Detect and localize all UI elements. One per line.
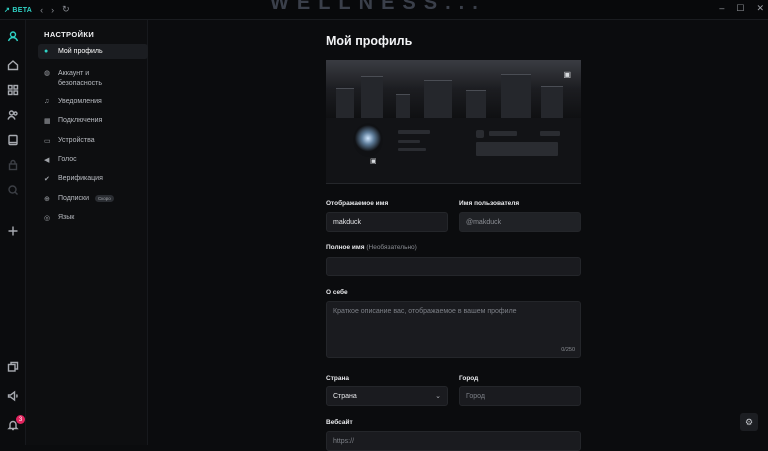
- avatar-edit-icon[interactable]: ▣: [370, 157, 378, 165]
- country-label: Страна: [326, 375, 350, 382]
- search-icon: [5, 182, 21, 198]
- plus-circle-icon: ⊕: [44, 196, 50, 203]
- windows-icon[interactable]: [5, 359, 21, 375]
- banner-building: [466, 90, 486, 118]
- banner-image[interactable]: ▣: [326, 60, 581, 118]
- placeholder-bar: [540, 131, 560, 136]
- about-label: О себе: [326, 289, 348, 296]
- settings-item-label: Устройства: [58, 137, 95, 144]
- full-name-label-text: Полное имя: [326, 244, 365, 251]
- reload-button[interactable]: ↻: [62, 4, 70, 15]
- shield-icon: ◍: [44, 70, 51, 77]
- placeholder-bar: [489, 131, 517, 136]
- city-label: Город: [459, 375, 479, 382]
- divider: [326, 183, 581, 184]
- username-field[interactable]: @makduck: [459, 212, 581, 232]
- display-name-label: Отображаемое имя: [326, 200, 389, 207]
- settings-item-label: Аккаунт и безопасность: [58, 70, 102, 87]
- check-icon: ✔: [44, 176, 50, 183]
- settings-item-label: Мой профиль: [58, 48, 103, 55]
- city-field[interactable]: Город: [459, 386, 581, 406]
- home-icon[interactable]: [5, 57, 21, 73]
- about-placeholder: Краткое описание вас, отображаемое в ваш…: [333, 308, 517, 315]
- banner-building: [501, 74, 531, 118]
- apps-icon[interactable]: [5, 82, 21, 98]
- grid-icon: ▦: [44, 118, 51, 125]
- character-counter: 0/250: [561, 347, 575, 353]
- banner-building: [541, 86, 563, 118]
- placeholder-bar: [398, 140, 420, 143]
- back-button[interactable]: ‹: [40, 5, 43, 15]
- profile-preview-card: ▣ ▣: [326, 60, 581, 183]
- banner-building: [424, 80, 452, 118]
- settings-item-account-security[interactable]: ◍ Аккаунт и безопасность: [38, 65, 148, 93]
- profile-main: Мой профиль ▣ ▣ Отображаемое имя makduck…: [148, 20, 768, 451]
- placeholder-block: [476, 142, 558, 156]
- megaphone-icon[interactable]: [5, 388, 21, 404]
- country-select-value: Страна: [333, 392, 357, 400]
- chevron-down-icon: ⌄: [435, 393, 441, 400]
- settings-item-label: Язык: [58, 214, 75, 221]
- settings-item-subscriptions[interactable]: ⊕ Подписки Скоро: [38, 191, 148, 207]
- country-select[interactable]: Страна ⌄: [326, 386, 448, 406]
- about-textarea[interactable]: Краткое описание вас, отображаемое в ваш…: [326, 301, 581, 358]
- settings-item-label: Уведомления: [58, 98, 102, 105]
- placeholder-bar: [476, 130, 484, 138]
- user-icon: ●: [44, 48, 49, 55]
- avatar[interactable]: [353, 123, 383, 157]
- settings-item-language[interactable]: ◎ Язык: [38, 210, 148, 226]
- monitor-icon: ▭: [44, 138, 51, 145]
- soon-badge: Скоро: [95, 195, 114, 202]
- placeholder-bar: [398, 148, 426, 151]
- settings-item-label: Подписки: [58, 195, 90, 202]
- settings-heading: НАСТРОЙКИ: [44, 30, 95, 39]
- add-icon[interactable]: [5, 223, 21, 239]
- full-name-label: Полное имя (Необязательно): [326, 244, 417, 251]
- beta-text: BETA: [12, 6, 33, 14]
- app-rail: 3: [0, 20, 26, 445]
- globe-icon: ◎: [44, 215, 51, 222]
- settings-item-my-profile[interactable]: ● Мой профиль: [38, 44, 148, 59]
- settings-item-connections[interactable]: ▦ Подключения: [38, 113, 148, 129]
- full-name-field[interactable]: [326, 257, 581, 276]
- settings-sidebar: НАСТРОЙКИ ● Мой профиль ◍ Аккаунт и безопа…: [26, 20, 148, 445]
- settings-item-voice[interactable]: ◀ Голос: [38, 152, 148, 168]
- settings-item-label: Голос: [58, 156, 77, 163]
- lock-icon: [5, 157, 21, 173]
- gear-icon[interactable]: ⚙: [740, 413, 758, 431]
- settings-item-devices[interactable]: ▭ Устройства: [38, 133, 148, 149]
- library-icon[interactable]: [5, 132, 21, 148]
- notification-count-badge: 3: [16, 415, 25, 424]
- beta-label: ↗ BETA: [4, 6, 33, 14]
- profile-avatar-icon[interactable]: [5, 28, 21, 44]
- settings-item-label: Верификация: [58, 175, 103, 182]
- display-name-field[interactable]: makduck: [326, 212, 448, 232]
- maximize-button[interactable]: ☐: [736, 3, 744, 14]
- minimize-button[interactable]: –: [719, 3, 724, 14]
- optional-hint: (Необязательно): [366, 244, 417, 251]
- title-bar: ↗ BETA ‹ › ↻ WELLNESS... – ☐ ✕: [0, 0, 768, 20]
- placeholder-bar: [398, 130, 430, 134]
- banner-building: [396, 94, 410, 118]
- website-label: Вебсайт: [326, 419, 353, 426]
- banner-building: [336, 88, 354, 118]
- settings-item-verification[interactable]: ✔ Верификация: [38, 171, 148, 187]
- close-button[interactable]: ✕: [756, 3, 764, 14]
- friends-icon[interactable]: [5, 107, 21, 123]
- page-title: Мой профиль: [326, 34, 413, 48]
- website-field[interactable]: https://: [326, 431, 581, 451]
- settings-item-notifications[interactable]: ♫ Уведомления: [38, 94, 148, 109]
- forward-button[interactable]: ›: [51, 5, 54, 15]
- banner-building: [361, 76, 383, 118]
- settings-item-label: Подключения: [58, 117, 103, 124]
- username-label: Имя пользователя: [459, 200, 520, 207]
- banner-watermark: WELLNESS...: [270, 0, 486, 14]
- speaker-icon: ◀: [44, 157, 50, 164]
- bell-icon: ♫: [44, 98, 50, 105]
- window-controls: – ☐ ✕: [719, 3, 764, 14]
- banner-edit-icon[interactable]: ▣: [563, 70, 571, 79]
